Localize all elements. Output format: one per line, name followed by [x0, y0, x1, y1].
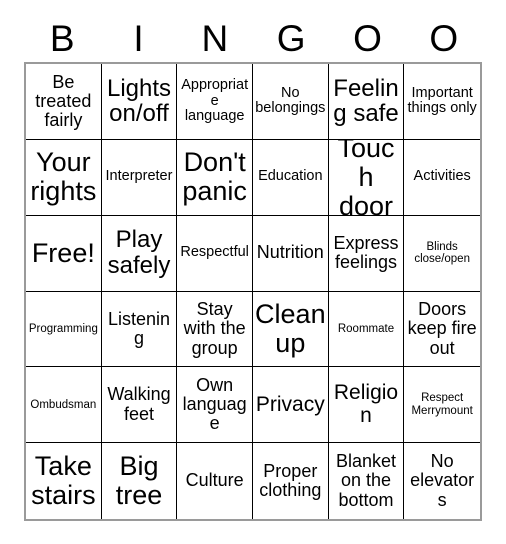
bingo-cell[interactable]: Privacy	[252, 367, 329, 444]
bingo-grid: Be treated fairly Lights on/off Appropriat…	[24, 62, 482, 521]
bingo-cell[interactable]: Walking feet	[101, 367, 178, 444]
bingo-cell[interactable]: Culture	[177, 443, 253, 519]
bingo-cell[interactable]: Important things only	[404, 64, 480, 140]
bingo-cell[interactable]: Appropriate language	[177, 64, 253, 140]
bingo-cell-label: Free!	[31, 237, 95, 268]
bingo-cell[interactable]: Don't panic	[177, 139, 253, 216]
bingo-cell[interactable]: Play safely	[101, 215, 178, 292]
bingo-cell-label: Blinds close/open	[414, 240, 470, 266]
bingo-header-letter-2: N	[201, 18, 229, 59]
bingo-cell-label: Education	[258, 168, 323, 185]
bingo-cell[interactable]: Stay with the group	[177, 291, 253, 368]
bingo-header-letter-4: O	[353, 18, 382, 59]
bingo-cell-label: Stay with the group	[183, 299, 246, 358]
bingo-cell-label: Important things only	[407, 84, 477, 117]
bingo-cell-label: Be treated fairly	[35, 71, 92, 131]
bingo-cell[interactable]: Take stairs	[26, 443, 102, 519]
bingo-cell[interactable]: Education	[252, 139, 329, 216]
bingo-cell[interactable]: Touch door	[328, 139, 405, 216]
bingo-cell[interactable]: Big tree	[101, 443, 178, 519]
bingo-cell[interactable]: Clean up	[252, 291, 329, 368]
bingo-cell[interactable]: Express feelings	[328, 215, 405, 292]
bingo-cell-label: Doors keep fire out	[407, 299, 477, 358]
bingo-cell-label: Lights on/off	[106, 74, 172, 128]
bingo-cell[interactable]: Religion	[328, 367, 405, 444]
bingo-cell-label: Listening	[107, 308, 171, 348]
bingo-cell-label: Roommate	[337, 322, 395, 335]
bingo-cell[interactable]: Respectful	[177, 215, 253, 292]
bingo-header: BINGOO	[24, 16, 482, 62]
bingo-cell-label: Appropriate language	[181, 77, 249, 125]
bingo-cell-label: No elevators	[410, 451, 475, 510]
bingo-cell[interactable]: Blanket on the bottom	[328, 443, 405, 519]
bingo-cell[interactable]: Proper clothing	[252, 443, 329, 519]
bingo-cell[interactable]: No elevators	[404, 443, 480, 519]
bingo-cell-label: Respectful	[180, 244, 249, 261]
bingo-cell-label: Play safely	[107, 226, 171, 280]
bingo-cell[interactable]: Interpreter	[101, 139, 178, 216]
bingo-cell-label: Feeling safe	[333, 74, 399, 128]
bingo-cell[interactable]: Own language	[177, 367, 253, 444]
bingo-header-letter-1: I	[133, 18, 144, 59]
bingo-cell-label: Activities	[413, 168, 471, 185]
bingo-cell-label: Take stairs	[31, 451, 96, 511]
bingo-cell-label: Programming	[28, 322, 98, 335]
bingo-cell-label: Respect Merrymount	[411, 392, 473, 417]
bingo-cell[interactable]: Free!	[26, 215, 102, 292]
bingo-cell[interactable]: Programming	[26, 291, 102, 368]
bingo-cell[interactable]: Respect Merrymount	[404, 367, 480, 444]
bingo-cell-label: Own language	[182, 374, 247, 434]
bingo-cell-label: Culture	[185, 470, 244, 491]
bingo-cell[interactable]: Lights on/off	[101, 64, 178, 140]
bingo-cell[interactable]: Your rights	[26, 139, 102, 216]
bingo-cell-label: Privacy	[255, 392, 325, 416]
bingo-cell-label: Proper clothing	[259, 460, 322, 501]
bingo-cell[interactable]: No belongings	[252, 64, 329, 140]
bingo-cell-label: Clean up	[255, 299, 326, 358]
bingo-cell-label: Ombudsman	[30, 398, 97, 411]
bingo-cell[interactable]: Doors keep fire out	[404, 291, 480, 368]
bingo-cell-label: Nutrition	[256, 242, 324, 263]
bingo-cell[interactable]: Feeling safe	[328, 64, 405, 140]
bingo-cell-label: Blanket on the bottom	[335, 451, 397, 510]
bingo-cell[interactable]: Be treated fairly	[26, 64, 102, 140]
bingo-cell[interactable]: Activities	[404, 139, 480, 216]
bingo-cell[interactable]: Listening	[101, 291, 178, 368]
bingo-cell-label: Touch door	[337, 139, 395, 216]
bingo-header-letter-3: G	[276, 18, 306, 59]
bingo-cell-label: Walking feet	[107, 384, 171, 424]
bingo-header-letter-0: B	[49, 18, 75, 59]
bingo-header-letter-5: O	[429, 18, 459, 59]
bingo-card: B I N G O O Be treated fairly Lights on/off App…	[0, 0, 506, 544]
bingo-cell-label: Big tree	[115, 451, 163, 511]
bingo-cell[interactable]: Roommate	[328, 291, 405, 368]
bingo-cell-label: Don't panic	[182, 147, 247, 207]
bingo-cell[interactable]: Blinds close/open	[404, 215, 480, 292]
bingo-cell-label: Interpreter	[105, 168, 173, 185]
bingo-cell[interactable]: Ombudsman	[26, 367, 102, 444]
bingo-cell-label: No belongings	[255, 84, 326, 117]
bingo-cell-label: Religion	[333, 381, 399, 427]
bingo-cell-label: Your rights	[30, 147, 97, 207]
bingo-cell[interactable]: Nutrition	[252, 215, 329, 292]
bingo-cell-label: Express feelings	[333, 232, 399, 273]
